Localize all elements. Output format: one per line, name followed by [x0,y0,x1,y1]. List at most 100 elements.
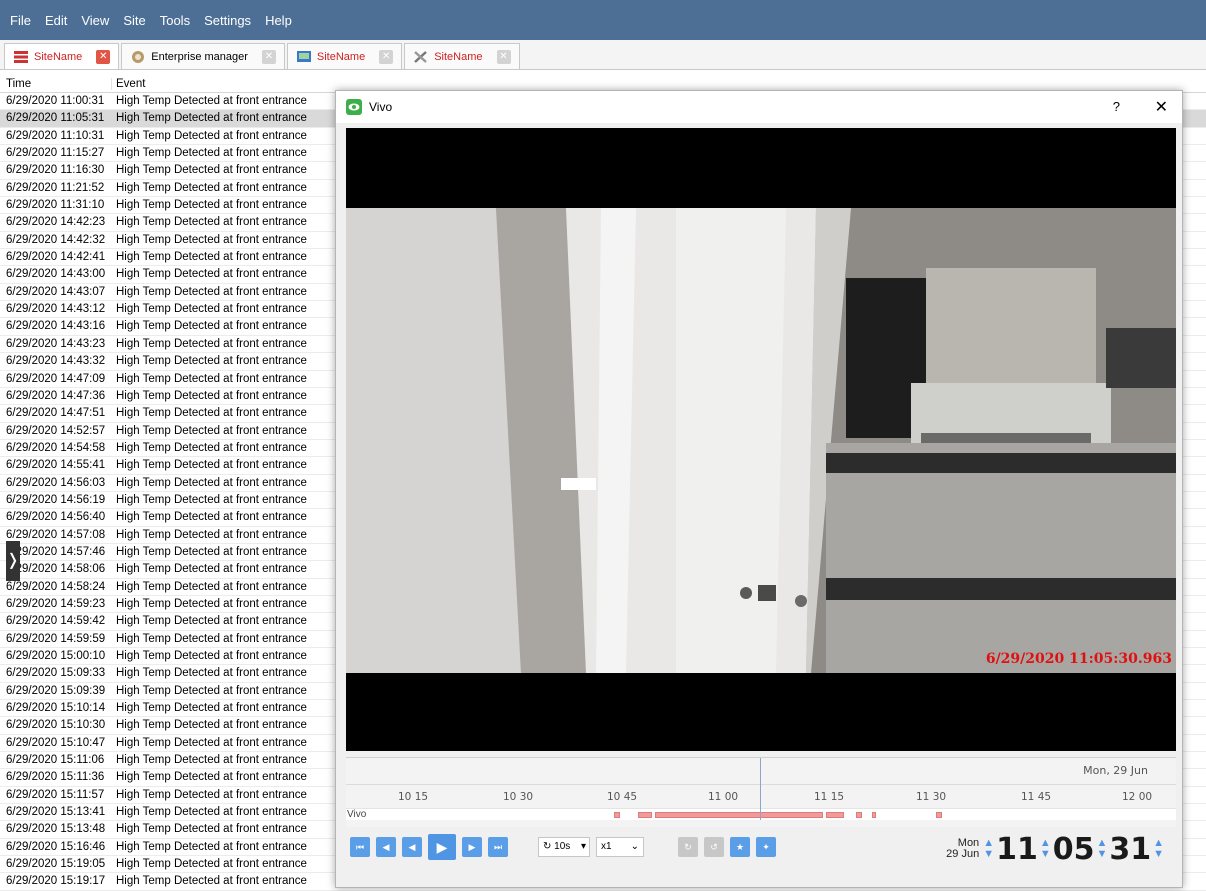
help-button[interactable]: ? [1113,99,1120,114]
tab-bar: SiteName ✕ Enterprise manager ✕ SiteName… [0,40,1206,70]
close-icon[interactable]: ✕ [379,49,394,64]
timeline-tick: 10 45 [607,791,638,803]
recording-segment[interactable] [936,812,942,818]
loop-duration-select[interactable]: ↻ 10s ▾ [538,837,590,857]
cell-event: High Temp Detected at front entrance [116,112,307,125]
video-view[interactable]: 6/29/2020 11:05:30.963 [346,128,1176,751]
monitor-icon [296,50,312,64]
bookmark-button[interactable]: ★ [730,837,750,857]
tab-sitename-1[interactable]: SiteName ✕ [4,43,120,69]
menu-file[interactable]: File [10,13,31,28]
hours-spinner[interactable]: ▲ ▼ [1040,838,1051,860]
cell-time: 6/29/2020 15:11:36 [6,771,105,784]
cell-time: 6/29/2020 14:43:07 [6,285,106,298]
timeline-tick: 11 00 [708,791,739,803]
recording-segment[interactable] [856,812,862,818]
cell-time: 6/29/2020 14:47:09 [6,372,106,385]
column-header-time[interactable]: Time [0,78,112,90]
cell-event: High Temp Detected at front entrance [116,424,307,437]
clock-seconds[interactable]: 31 [1109,832,1151,867]
date-spinner[interactable]: ▲ ▼ [983,838,994,860]
cell-event: High Temp Detected at front entrance [116,806,307,819]
tab-sitename-2[interactable]: SiteName ✕ [286,43,403,69]
timeline-tick: 10 30 [503,791,534,803]
cell-time: 6/29/2020 14:43:32 [6,355,106,368]
recording-segment[interactable] [614,812,620,818]
chevron-down-icon: ▾ [580,841,586,852]
frame-forward-button[interactable]: ▶ [462,837,482,857]
tab-label: SiteName [434,50,483,63]
cell-event: High Temp Detected at front entrance [116,216,307,229]
chevron-right-icon[interactable]: ❭ [6,541,20,581]
timeline-date: Mon, 29 Jun [1083,764,1148,777]
menu-tools[interactable]: Tools [160,13,190,28]
minutes-spinner[interactable]: ▲ ▼ [1096,838,1107,860]
recording-segment[interactable] [638,812,652,818]
clock-hours[interactable]: 11 [996,832,1038,867]
cell-time: 6/29/2020 15:19:17 [6,875,106,888]
tab-sitename-3[interactable]: SiteName ✕ [404,43,520,69]
time-picker[interactable]: Mon 29 Jun ▲ ▼ 11 ▲ ▼ 05 ▲ ▼ 31 ▲ ▼ [946,832,1166,867]
menu-site[interactable]: Site [123,13,145,28]
cell-event: High Temp Detected at front entrance [116,597,307,610]
seconds-spinner[interactable]: ▲ ▼ [1153,838,1164,860]
cell-event: High Temp Detected at front entrance [116,441,307,454]
loop-button[interactable]: ↺ [704,837,724,857]
timeline-tick: 11 30 [916,791,947,803]
dialog-title: Vivo [369,100,393,114]
cell-event: High Temp Detected at front entrance [116,372,307,385]
column-header-event[interactable]: Event [112,78,145,90]
timeline-tick: 10 15 [398,791,429,803]
recording-segment[interactable] [826,812,844,818]
timeline[interactable]: Mon, 29 Jun 10 15 10 30 10 45 11 00 11 1… [346,757,1176,827]
cell-time: 6/29/2020 15:10:14 [6,702,106,715]
vivo-dialog: Vivo ? ✕ 6/29/2020 11:05:30.963 Mon, 29 … [335,90,1183,888]
recording-segment[interactable] [872,812,876,818]
close-button[interactable]: ✕ [1155,97,1168,117]
pin-button[interactable]: ✦ [756,837,776,857]
dialog-titlebar: Vivo [336,91,1182,123]
cell-event: High Temp Detected at front entrance [116,754,307,767]
frame-back-button[interactable]: ◀ [402,837,422,857]
cell-event: High Temp Detected at front entrance [116,684,307,697]
step-back-button[interactable]: ◀ [376,837,396,857]
cell-time: 6/29/2020 11:10:31 [6,129,105,142]
cell-time: 6/29/2020 14:59:42 [6,615,106,628]
tab-label: Enterprise manager [151,50,248,63]
recording-segment[interactable] [655,812,823,818]
close-icon[interactable]: ✕ [96,49,111,64]
cell-time: 6/29/2020 15:09:33 [6,667,106,680]
cell-time: 6/29/2020 14:42:41 [6,251,106,264]
loop-icon: ↻ [543,841,552,852]
cell-event: High Temp Detected at front entrance [116,823,307,836]
tab-enterprise-manager[interactable]: Enterprise manager ✕ [121,43,285,69]
tab-label: SiteName [316,50,366,63]
clock-date: Mon 29 Jun [946,838,979,860]
cell-time: 6/29/2020 11:05:31 [6,112,105,125]
cell-event: High Temp Detected at front entrance [116,129,307,142]
close-icon[interactable]: ✕ [496,49,511,64]
menu-help[interactable]: Help [265,13,292,28]
cell-time: 6/29/2020 14:55:41 [6,459,106,472]
cell-time: 6/29/2020 14:52:57 [6,424,106,437]
cell-time: 6/29/2020 11:16:30 [6,164,105,177]
clock-date-value: 29 Jun [946,848,980,860]
cell-event: High Temp Detected at front entrance [116,476,307,489]
speed-select[interactable]: x1 ⌄ [596,837,644,857]
cell-event: High Temp Detected at front entrance [116,858,307,871]
close-icon[interactable]: ✕ [261,49,276,64]
play-button[interactable]: ▶ [428,834,456,860]
refresh-button[interactable]: ↻ [678,837,698,857]
playhead[interactable] [760,758,761,820]
cell-event: High Temp Detected at front entrance [116,320,307,333]
skip-start-button[interactable]: ⏮ [350,837,370,857]
menu-edit[interactable]: Edit [45,13,67,28]
timeline-track[interactable]: Vivo [346,808,1176,820]
skip-end-button[interactable]: ⏭ [488,837,508,857]
clock-minutes[interactable]: 05 [1053,832,1095,867]
cell-time: 6/29/2020 14:47:36 [6,389,106,402]
menu-view[interactable]: View [81,13,109,28]
menu-bar: File Edit View Site Tools Settings Help [0,0,1206,40]
cell-time: 6/29/2020 14:56:03 [6,476,106,489]
menu-settings[interactable]: Settings [204,13,251,28]
